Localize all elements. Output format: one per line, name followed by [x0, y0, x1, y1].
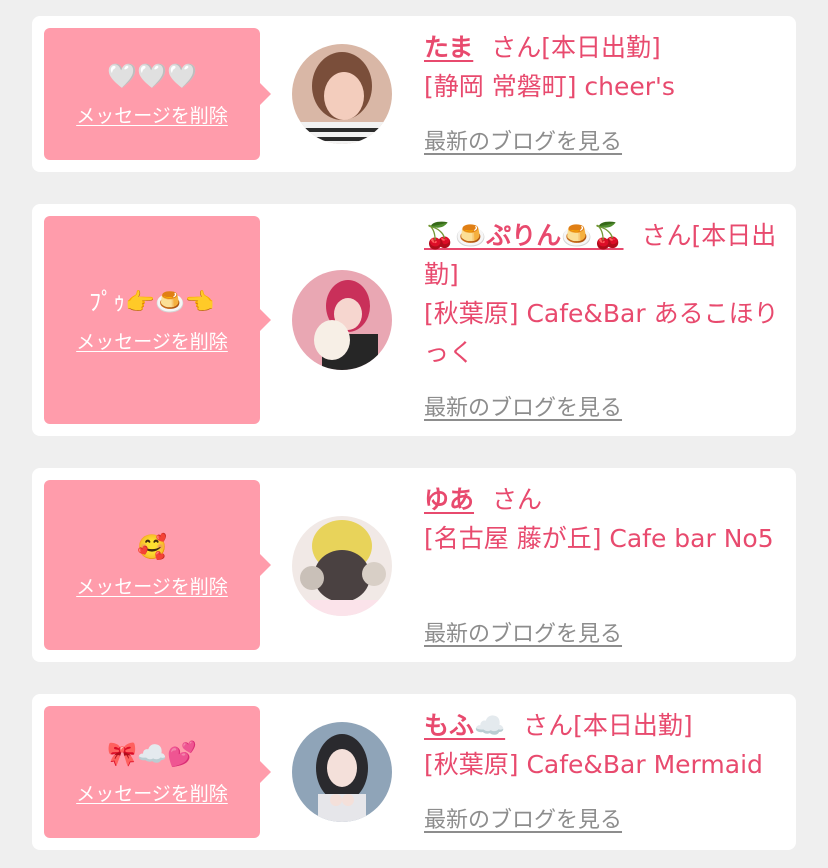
user-info: ゆあ さん [名古屋 藤が丘] Cafe bar No5 — [424, 480, 784, 558]
delete-message-link[interactable]: メッセージを削除 — [76, 572, 228, 599]
favorite-card: 🎀☁️💕 メッセージを削除 もふ☁️ さん[本日出勤] [秋葉原] Cafe&Ba… — [32, 694, 796, 850]
user-info: もふ☁️ さん[本日出勤] [秋葉原] Cafe&Bar Mermaid — [424, 706, 784, 784]
message-bubble: 🤍🤍🤍 メッセージを削除 — [44, 28, 271, 160]
bubble-message-text: 🥰 — [137, 532, 167, 561]
shop-label: [秋葉原] Cafe&Bar あるこほりっく — [424, 299, 779, 367]
message-bubble: ﾌﾟｩ👉🍮👈 メッセージを削除 — [44, 216, 271, 424]
shop-label: [静岡 常磐町] cheer's — [424, 72, 675, 101]
avatar[interactable] — [292, 516, 392, 616]
favorite-card: 🤍🤍🤍 メッセージを削除 たま さん[本日出勤] [静岡 常磐町] cheer's… — [32, 16, 796, 172]
user-info: 🍒🍮ぷりん🍮🍒 さん[本日出勤] [秋葉原] Cafe&Bar あるこほりっく — [424, 216, 784, 372]
favorite-card: 🥰 メッセージを削除 ゆあ さん [名古屋 藤が丘] Cafe bar No5 最… — [32, 468, 796, 662]
honorific-status: さん[本日出勤] — [491, 33, 661, 62]
latest-blog-link[interactable]: 最新のブログを見る — [424, 124, 622, 156]
favorite-card: ﾌﾟｩ👉🍮👈 メッセージを削除 🍒🍮ぷりん🍮🍒 さん[本日出勤] [秋葉原] Ca… — [32, 204, 796, 436]
delete-message-link[interactable]: メッセージを削除 — [76, 327, 228, 354]
delete-message-link[interactable]: メッセージを削除 — [76, 779, 228, 806]
avatar[interactable] — [292, 722, 392, 822]
shop-label: [秋葉原] Cafe&Bar Mermaid — [424, 750, 763, 779]
honorific-status: さん — [492, 485, 543, 514]
message-bubble: 🎀☁️💕 メッセージを削除 — [44, 706, 271, 838]
user-name-link[interactable]: もふ☁️ — [424, 711, 505, 740]
bubble-message-text: 🎀☁️💕 — [107, 739, 197, 768]
avatar[interactable] — [292, 270, 392, 370]
delete-message-link[interactable]: メッセージを削除 — [76, 101, 228, 128]
avatar[interactable] — [292, 44, 392, 144]
user-name-link[interactable]: 🍒🍮ぷりん🍮🍒 — [424, 221, 624, 250]
latest-blog-link[interactable]: 最新のブログを見る — [424, 390, 622, 422]
honorific-status: さん[本日出勤] — [523, 711, 693, 740]
user-name-link[interactable]: ゆあ — [424, 485, 474, 514]
user-name-link[interactable]: たま — [424, 33, 473, 62]
shop-label: [名古屋 藤が丘] Cafe bar No5 — [424, 524, 774, 553]
latest-blog-link[interactable]: 最新のブログを見る — [424, 802, 622, 834]
user-info: たま さん[本日出勤] [静岡 常磐町] cheer's — [424, 28, 784, 106]
latest-blog-link[interactable]: 最新のブログを見る — [424, 616, 622, 648]
bubble-message-text: ﾌﾟｩ👉🍮👈 — [89, 287, 215, 316]
bubble-message-text: 🤍🤍🤍 — [107, 61, 197, 90]
message-bubble: 🥰 メッセージを削除 — [44, 480, 271, 650]
